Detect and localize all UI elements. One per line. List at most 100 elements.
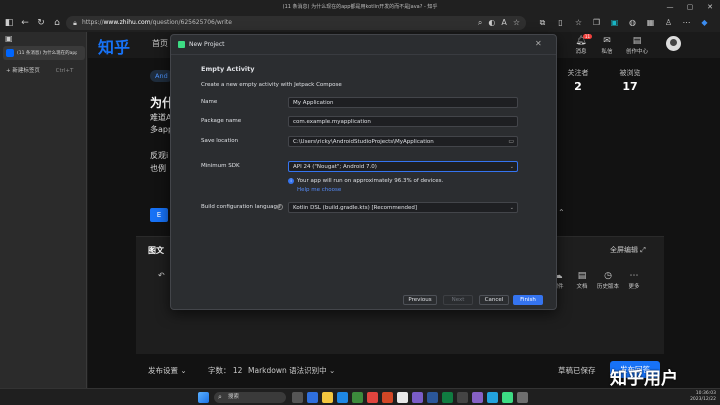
package-field[interactable]: com.example.myapplication <box>288 116 518 127</box>
copilot-icon[interactable]: ◆ <box>698 16 711 30</box>
home-icon[interactable]: ⌂ <box>50 16 64 30</box>
android-studio-icon <box>178 41 185 48</box>
dialog-title: New Project <box>189 41 225 48</box>
powerpoint-icon[interactable] <box>382 392 393 403</box>
favorite-star-icon[interactable]: ☆ <box>513 17 520 29</box>
taskbar-app-icon[interactable] <box>367 392 378 403</box>
save-location-label: Save location <box>201 138 239 144</box>
chrome-icon[interactable] <box>397 392 408 403</box>
system-clock[interactable]: 10:36:03 2023/12/22 <box>676 391 716 403</box>
creator-center-button[interactable]: ▤ 创作中心 <box>622 36 652 55</box>
taskbar-app-icon[interactable] <box>352 392 363 403</box>
vertical-tab-panel: ▣ (11 条消息) 为什么现在的app都... + 新建标签页 Ctrl+T <box>0 32 87 388</box>
help-question-icon[interactable]: ? <box>277 204 283 210</box>
template-heading: Empty Activity <box>201 65 255 73</box>
window-title: (11 条消息) 为什么现在的app都是用kotlin开发的而不是Java? -… <box>282 4 438 10</box>
maximize-icon[interactable]: ▢ <box>680 0 700 14</box>
profile-icon[interactable]: ♙ <box>662 16 675 30</box>
chevron-down-icon: ⌄ <box>509 164 514 170</box>
history-tool[interactable]: ◷ 历史版本 <box>596 271 620 290</box>
taskbar-app-icon[interactable] <box>307 392 318 403</box>
build-language-select[interactable]: Kotlin DSL (build.gradle.kts) [Recommend… <box>288 202 518 213</box>
collections-icon[interactable]: ❐ <box>590 16 603 30</box>
new-project-dialog: New Project ✕ Empty Activity Create a ne… <box>170 34 557 310</box>
excel-icon[interactable] <box>442 392 453 403</box>
word-icon[interactable] <box>427 392 438 403</box>
extension-b-icon[interactable]: ◍ <box>626 16 639 30</box>
split-screen-icon[interactable]: ▯ <box>554 16 567 30</box>
info-icon: i <box>288 178 294 184</box>
zhihu-logo[interactable]: 知乎 <box>98 34 130 58</box>
zhihu-favicon <box>6 49 14 57</box>
close-icon[interactable]: ✕ <box>700 0 720 14</box>
nav-home[interactable]: 首页 <box>152 38 168 49</box>
tab-zhihu[interactable]: (11 条消息) 为什么现在的app都... <box>3 46 85 60</box>
tab-actions-icon[interactable]: ▣ <box>5 34 13 43</box>
browser-toolbar: ⧉ ▯ ☆ ❐ ▣ ◍ ▦ ♙ ⋯ ◆ <box>536 16 711 30</box>
address-bar-icons: ⌕ ◐ A ☆ <box>478 17 520 29</box>
new-tab-button[interactable]: + 新建标签页 Ctrl+T <box>6 66 73 74</box>
taskbar-search[interactable]: 搜索 <box>214 392 286 403</box>
publish-settings[interactable]: 发布设置 ⌄ <box>148 365 187 376</box>
word-count: 字数： 12 <box>208 366 243 375</box>
read-aloud-icon[interactable]: A <box>501 17 506 29</box>
question-line: 反观i <box>150 151 169 160</box>
zoom-icon[interactable]: ⌕ <box>478 17 482 29</box>
more-tool[interactable]: ⋯ 更多 <box>622 271 646 290</box>
task-view-icon[interactable] <box>292 392 303 403</box>
terminal-icon[interactable] <box>457 392 468 403</box>
onenote-icon[interactable] <box>412 392 423 403</box>
avatar[interactable] <box>666 36 681 51</box>
extension-a-icon[interactable]: ▣ <box>608 16 621 30</box>
inbox-button[interactable]: ✉ 私信 <box>592 36 622 55</box>
draft-status: 草稿已保存 <box>558 366 596 375</box>
template-description: Create a new empty activity with Jetpack… <box>201 82 342 88</box>
save-location-field[interactable]: C:\Users\ricky\AndroidStudioProjects\MyA… <box>288 136 518 147</box>
plus-icon: + <box>6 68 11 74</box>
question-line: 也例 <box>150 164 166 173</box>
edge-icon[interactable] <box>337 392 348 403</box>
minimize-icon[interactable]: — <box>660 0 680 14</box>
name-label: Name <box>201 99 218 105</box>
back-icon[interactable]: ← <box>18 16 32 30</box>
extension-c-icon[interactable]: ▦ <box>644 16 657 30</box>
finish-button[interactable]: Finish <box>513 295 543 305</box>
fullscreen-button[interactable]: 全屏编辑 ⤢ <box>610 245 646 255</box>
help-me-choose-link[interactable]: Help me choose <box>297 187 341 193</box>
reader-icon[interactable]: ◐ <box>488 17 495 29</box>
favorites-icon[interactable]: ☆ <box>572 16 585 30</box>
previous-button[interactable]: Previous <box>403 295 437 305</box>
visual-studio-icon[interactable] <box>472 392 483 403</box>
menu-icon[interactable]: ⋯ <box>680 16 693 30</box>
chat-icon: ✉ <box>603 36 611 46</box>
undo-icon[interactable]: ↶ <box>158 271 165 280</box>
windows-taskbar: 搜索 10:36:03 2023/12/22 <box>0 388 720 405</box>
folder-icon[interactable]: ▭ <box>508 138 514 146</box>
taskbar-app-icon[interactable] <box>517 392 528 403</box>
answer-button[interactable]: E <box>150 208 168 222</box>
name-field[interactable]: My Application <box>288 97 518 108</box>
close-icon[interactable]: ✕ <box>535 39 542 48</box>
min-sdk-select[interactable]: API 24 ("Nougat"; Android 7.0) ⌄ <box>288 161 518 172</box>
next-button[interactable]: Next <box>443 295 473 305</box>
chevron-up-icon[interactable]: ⌃ <box>558 208 565 217</box>
sidebar-toggle-icon[interactable]: ◧ <box>2 16 16 30</box>
package-label: Package name <box>201 118 242 124</box>
cancel-button[interactable]: Cancel <box>479 295 509 305</box>
document-tool[interactable]: ▤ 文档 <box>570 271 594 290</box>
file-explorer-icon[interactable] <box>322 392 333 403</box>
address-bar[interactable]: 🔒︎ https://www.zhihu.com/question/625625… <box>66 16 526 30</box>
question-line: 难道A <box>150 113 172 122</box>
vscode-icon[interactable] <box>487 392 498 403</box>
lock-icon[interactable]: 🔒︎ <box>68 16 82 30</box>
followers-stat: 关注者 2 <box>567 69 589 93</box>
chevron-down-icon: ⌄ <box>509 205 514 211</box>
editor-tab[interactable]: 图文 <box>148 245 164 256</box>
windows-start-icon[interactable] <box>198 392 209 403</box>
extensions-icon[interactable]: ⧉ <box>536 16 549 30</box>
refresh-icon[interactable]: ↻ <box>34 16 48 30</box>
android-studio-icon[interactable] <box>502 392 513 403</box>
url-text: https://www.zhihu.com/question/625625706… <box>82 19 232 26</box>
editor-footer: 发布设置 ⌄ 字数： 12 Markdown 语法识别中 ⌄ 草稿已保存 发布回… <box>136 358 664 382</box>
min-sdk-label: Minimum SDK <box>201 163 240 169</box>
